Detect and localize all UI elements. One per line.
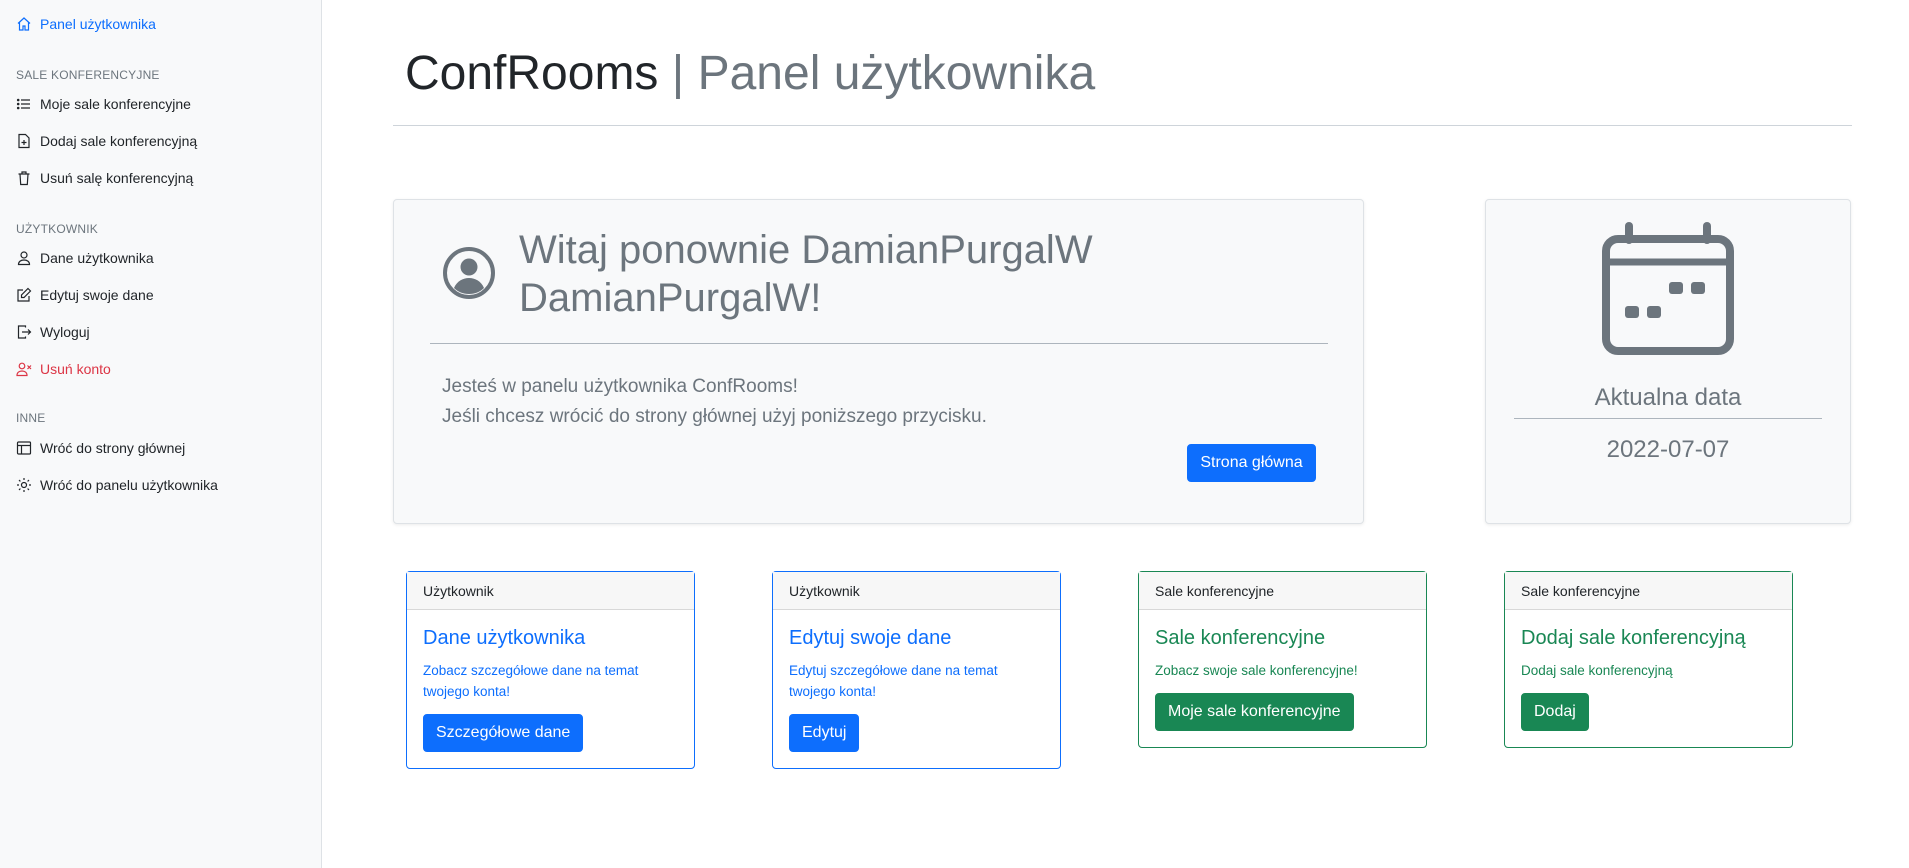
sidebar-item-label: Usuń salę konferencyjną: [40, 170, 194, 186]
details-button[interactable]: Szczegółowe dane: [423, 714, 584, 752]
add-button[interactable]: Dodaj: [1521, 693, 1589, 731]
welcome-heading: Witaj ponownie DamianPurgalW DamianPurga…: [519, 228, 1093, 320]
welcome-divider: [430, 343, 1328, 344]
date-label: Aktualna data: [1594, 384, 1742, 411]
card-header: Użytkownik: [773, 572, 1060, 610]
user-data-card: Użytkownik Dane użytkownika Zobacz szcze…: [406, 571, 695, 769]
layout-icon: [16, 441, 32, 455]
edit-data-card: Użytkownik Edytuj swoje dane Edytuj szcz…: [772, 571, 1061, 769]
sidebar-item-label: Dodaj sale konferencyjną: [40, 133, 198, 149]
sidebar-item-edit-data[interactable]: Edytuj swoje dane: [16, 283, 154, 307]
house-icon: [17, 17, 31, 31]
sidebar-item-label: Panel użytkownika: [40, 16, 156, 32]
sidebar-item-label: Wyloguj: [40, 324, 90, 340]
sidebar-item-label: Wróć do panelu użytkownika: [40, 477, 218, 493]
welcome-panel: Witaj ponownie DamianPurgalW DamianPurga…: [393, 199, 1364, 524]
sidebar-item-back-panel[interactable]: Wróć do panelu użytkownika: [16, 473, 218, 497]
card-text: Zobacz szczegółowe dane na temat twojego…: [423, 663, 639, 699]
sidebar-item-home[interactable]: Wróć do strony głównej: [16, 436, 185, 460]
date-card: Aktualna data 2022-07-07: [1485, 199, 1851, 524]
my-rooms-button[interactable]: Moje sale konferencyjne: [1155, 693, 1354, 731]
welcome-text: Jesteś w panelu użytkownika ConfRooms! J…: [442, 372, 987, 432]
card-text: Zobacz swoje sale konferencyjne!: [1155, 663, 1358, 678]
sidebar-item-my-rooms[interactable]: Moje sale konferencyjne: [16, 92, 191, 116]
box-arrow-right-icon: [17, 325, 32, 339]
sidebar-item-label: Edytuj swoje dane: [40, 287, 154, 303]
sidebar-item-label: Dane użytkownika: [40, 250, 154, 266]
sidebar-item-logout[interactable]: Wyloguj: [16, 320, 90, 344]
list-icon: [16, 98, 30, 110]
welcome-line-1: Jesteś w panelu użytkownika ConfRooms!: [442, 376, 798, 397]
card-title: Sale konferencyjne: [1155, 627, 1326, 649]
sidebar-item-panel[interactable]: Panel użytkownika: [16, 12, 156, 36]
card-title: Dodaj sale konferencyjną: [1521, 627, 1746, 649]
pencil-square-icon: [17, 287, 32, 302]
card-title: Edytuj swoje dane: [789, 627, 952, 649]
file-plus-icon: [18, 133, 30, 149]
person-circle-icon: [443, 247, 495, 299]
gear-icon: [17, 478, 31, 492]
sidebar-item-label: Wróć do strony głównej: [40, 440, 186, 456]
sidebar-heading-user: UŻYTKOWNIK: [16, 222, 98, 236]
person-x-icon: [16, 362, 32, 377]
sidebar-item-user-data[interactable]: Dane użytkownika: [16, 246, 154, 270]
card-header: Sale konferencyjne: [1139, 572, 1426, 610]
page-subtitle: Panel użytkownika: [697, 47, 1096, 100]
edit-button[interactable]: Edytuj: [789, 714, 860, 752]
person-icon: [17, 251, 31, 266]
sidebar: Panel użytkownika SALE KONFERENCYJNE Moj…: [0, 0, 322, 868]
title-separator: |: [671, 47, 685, 100]
date-divider: [1514, 418, 1822, 419]
welcome-line-2: Jeśli chcesz wrócić do strony głównej uż…: [442, 406, 987, 427]
sidebar-item-add-room[interactable]: Dodaj sale konferencyjną: [16, 129, 197, 153]
home-page-button[interactable]: Strona główna: [1187, 444, 1316, 482]
sidebar-item-label: Moje sale konferencyjne: [40, 96, 191, 112]
card-text: Edytuj szczegółowe dane na temat twojego…: [789, 663, 998, 699]
card-text: Dodaj sale konferencyjną: [1521, 663, 1673, 678]
my-rooms-card: Sale konferencyjne Sale konferencyjne Zo…: [1138, 571, 1427, 748]
sidebar-item-delete-account[interactable]: Usuń konto: [16, 357, 111, 381]
card-title: Dane użytkownika: [423, 627, 586, 649]
title-divider: [393, 125, 1852, 126]
sidebar-item-label: Usuń konto: [40, 361, 111, 377]
current-date: 2022-07-07: [1606, 436, 1730, 463]
card-header: Użytkownik: [407, 572, 694, 610]
trash-icon: [18, 171, 30, 186]
add-room-card: Sale konferencyjne Dodaj sale konferency…: [1504, 571, 1793, 748]
page-title: ConfRooms | Panel użytkownika: [405, 46, 1095, 101]
sidebar-item-delete-room[interactable]: Usuń salę konferencyjną: [16, 166, 193, 190]
brand-title: ConfRooms: [405, 47, 659, 100]
sidebar-heading-other: INNE: [16, 411, 46, 425]
card-header: Sale konferencyjne: [1505, 572, 1792, 610]
calendar-icon: [1602, 222, 1734, 355]
sidebar-heading-rooms: SALE KONFERENCYJNE: [16, 68, 160, 82]
main-content: ConfRooms | Panel użytkownika Witaj pono…: [322, 0, 1909, 868]
